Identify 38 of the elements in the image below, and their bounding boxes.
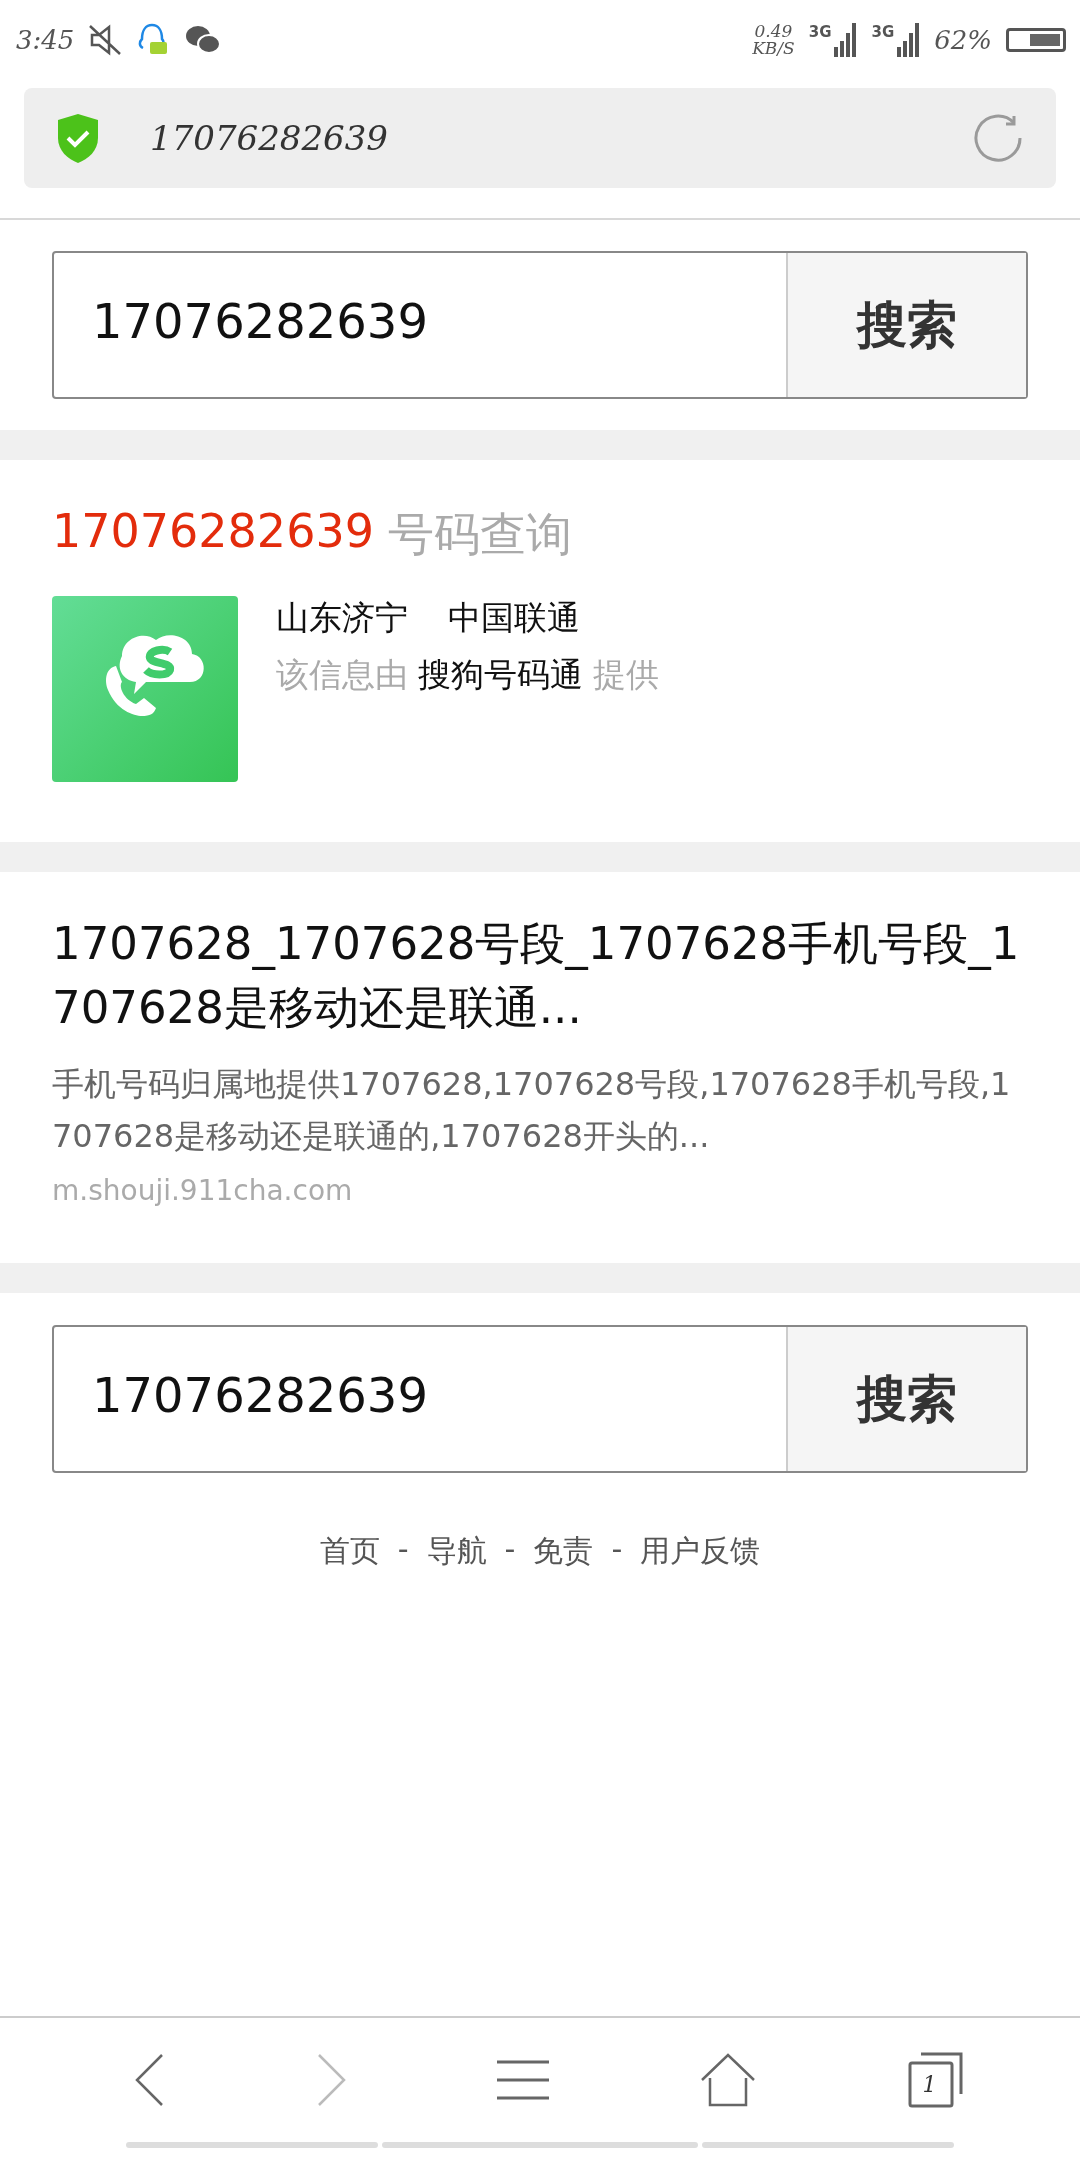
network-speed: 0.49 [754,23,793,40]
footer-link[interactable]: 导航 [426,1531,487,1572]
url-text: 17076282639 [150,118,389,158]
network-type: 3G [871,23,895,41]
separator: - [504,1531,516,1568]
footer-link[interactable]: 用户反馈 [640,1531,761,1572]
phone-number: 17076282639 [52,504,374,560]
result-url: m.shouji.911cha.com [52,1174,353,1207]
search-field[interactable]: 17076282639 搜索 [52,1325,1028,1473]
carrier: 中国联通 [448,597,580,639]
source-label: 该信息由 [276,654,408,696]
battery-icon [1006,28,1066,52]
search-button[interactable]: 搜索 [786,1327,1026,1471]
app-logo-icon [52,596,238,782]
source-name: 搜狗号码通 [418,654,583,696]
signal-icon [896,23,921,57]
result-snippet: 手机号码归属地提供1707628,1707628号段,1707628手机号段,1707628是移动还是联通的,1707628开头的... [52,1064,1012,1157]
battery-percent: 62% [934,25,992,55]
back-icon[interactable] [135,2053,166,2107]
speed-unit: KB/S [752,40,795,57]
address-bar[interactable]: 17076282639 [24,88,1056,188]
separator: - [397,1531,409,1568]
source-suffix: 提供 [593,654,659,696]
signal-icon [833,23,858,57]
menu-icon[interactable] [497,2058,549,2102]
footer-link[interactable]: 免责 [533,1531,594,1572]
result-title-link[interactable]: 1707628_1707628号段_1707628手机号段_1707628是移动还是联通... [52,912,1028,1040]
shield-check-icon [56,112,100,164]
search-button[interactable]: 搜索 [786,253,1026,397]
network-type: 3G [808,23,832,41]
separator: - [611,1531,623,1568]
location: 山东济宁 [276,597,408,639]
footer-link[interactable]: 首页 [319,1531,380,1572]
home-icon[interactable] [699,2053,756,2107]
status-time: 3:45 [16,25,75,55]
search-field[interactable]: 17076282639 搜索 [52,251,1028,399]
mute-icon [88,24,123,56]
card-title: 号码查询 [387,506,572,563]
